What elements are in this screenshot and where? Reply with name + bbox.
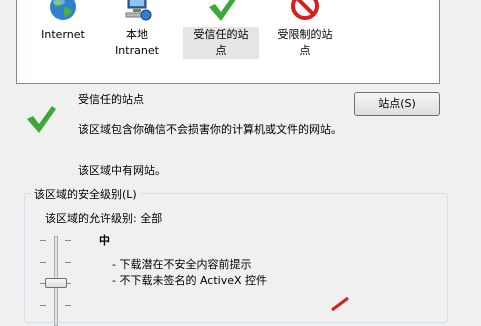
zone-label: 本地 Intranet [115,28,159,57]
allowed-levels: 该区域的允许级别: 全部 [45,212,163,225]
security-level-slider-thumb[interactable] [45,278,67,288]
sites-button[interactable]: 站点(S) [354,92,440,116]
slider-tick [65,240,71,241]
restricted-icon [291,0,319,20]
zone-title: 受信任的站点 [78,93,144,106]
trusted-check-icon [209,0,236,21]
trusted-check-icon [27,106,56,133]
security-level-bullet: - 下载潜在不安全内容前提示 [112,258,252,271]
slider-tick [40,305,46,306]
globe-icon [50,0,76,20]
slider-tick [65,262,71,263]
slider-tick [65,305,71,306]
slider-tick [40,262,46,263]
zone-sites-note: 该区域中有网站。 [78,164,166,177]
security-level-group-title: 该区域的安全级别(L) [31,186,140,202]
security-level-name: 中 [99,234,110,247]
zone-label: 受信任的站 点 [183,27,259,59]
intranet-icon [125,0,152,21]
zone-list: Internet 本地 Intranet 受信任的站 点 受限制的站 点 [16,0,440,84]
zone-label: Internet [41,28,85,41]
zone-description: 该区域包含你确信不会损害你的计算机或文件的网站。 [78,123,342,136]
security-level-bullet: - 不下载未签名的 ActiveX 控件 [112,274,268,287]
zone-label: 受限制的站 点 [277,28,333,57]
red-arrow-mark [331,296,349,312]
slider-tick [40,240,46,241]
